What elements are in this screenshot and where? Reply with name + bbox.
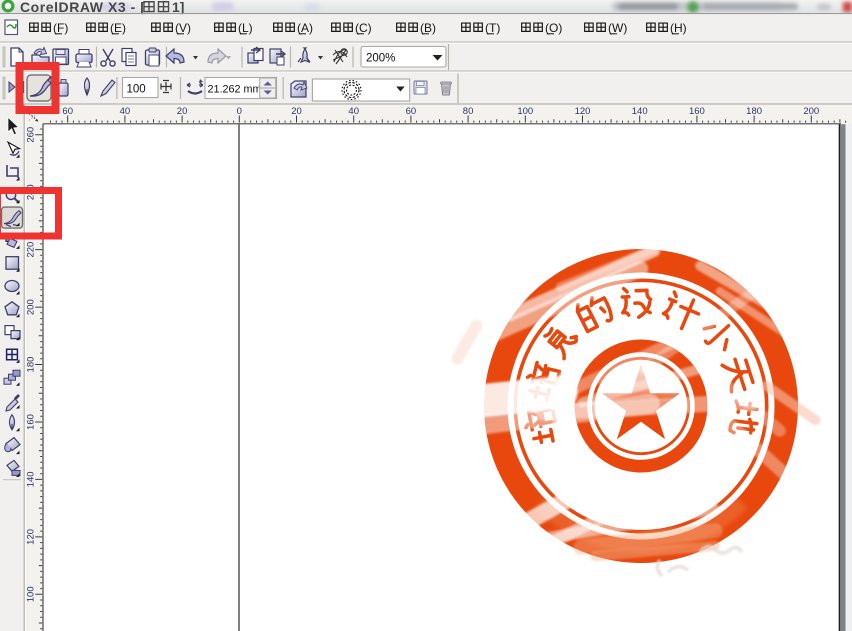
svg-text:(T): (T) (485, 21, 500, 35)
svg-text:120: 120 (575, 106, 591, 117)
svg-text:200%: 200% (366, 53, 395, 65)
svg-text:(O): (O) (545, 21, 562, 35)
svg-text:100: 100 (26, 586, 37, 602)
svg-text:40: 40 (348, 106, 359, 117)
svg-text:140: 140 (632, 106, 648, 117)
svg-text:40: 40 (120, 106, 131, 117)
svg-text:(H): (H) (670, 21, 687, 35)
svg-text:180: 180 (26, 357, 37, 373)
svg-text:(W): (W) (608, 21, 627, 35)
svg-text:(B): (B) (420, 21, 436, 35)
svg-text:160: 160 (26, 414, 37, 430)
svg-text:(A): (A) (297, 21, 313, 35)
svg-text:(L): (L) (238, 21, 253, 35)
svg-text:20: 20 (291, 106, 302, 117)
svg-text:260: 260 (26, 127, 37, 143)
svg-text:(F): (F) (53, 21, 68, 35)
svg-text:21.262 mm: 21.262 mm (208, 84, 262, 96)
svg-text:140: 140 (26, 471, 37, 487)
svg-text:100: 100 (127, 84, 146, 96)
svg-text:0: 0 (237, 106, 242, 117)
svg-text:60: 60 (406, 106, 417, 117)
svg-text:200: 200 (803, 106, 819, 117)
svg-text:1]: 1] (172, 0, 184, 15)
svg-text:220: 220 (26, 242, 37, 258)
svg-text:160: 160 (689, 106, 705, 117)
svg-text:(C): (C) (355, 21, 372, 35)
svg-text:CorelDRAW X3 - [: CorelDRAW X3 - [ (20, 0, 145, 15)
svg-text:200: 200 (26, 299, 37, 315)
svg-text:60: 60 (62, 106, 73, 117)
svg-text:120: 120 (26, 529, 37, 545)
svg-text:100: 100 (517, 106, 533, 117)
svg-text:(V): (V) (175, 21, 191, 35)
svg-text:20: 20 (177, 106, 188, 117)
svg-text:(E): (E) (110, 21, 126, 35)
svg-text:180: 180 (746, 106, 762, 117)
svg-text:80: 80 (463, 106, 474, 117)
